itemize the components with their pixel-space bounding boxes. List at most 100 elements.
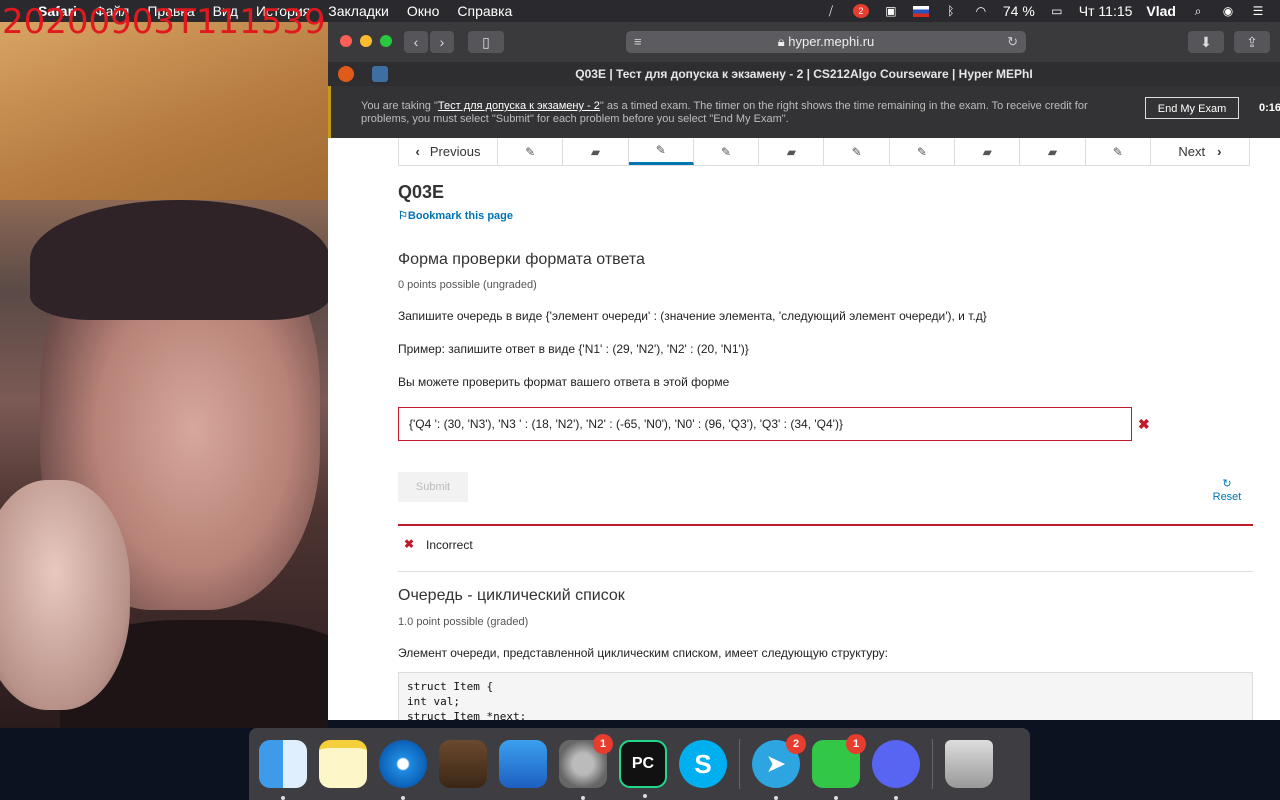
previous-button[interactable]: ‹ Previous: [399, 138, 498, 165]
menu-help[interactable]: Справка: [457, 3, 512, 19]
forward-button[interactable]: ›: [430, 31, 454, 53]
telegram-icon[interactable]: ➤ 2: [752, 734, 806, 800]
bookmark-link[interactable]: ⚐Bookmark this page: [398, 209, 513, 222]
incorrect-x-icon: ✖: [1138, 416, 1150, 432]
close-window-icon[interactable]: [340, 35, 352, 47]
safari-icon[interactable]: [379, 740, 427, 800]
problem1-title: Форма проверки формата ответа: [398, 251, 645, 268]
battery-percent[interactable]: 74 %: [1003, 3, 1035, 19]
unit-tab-1[interactable]: ✎: [498, 138, 564, 165]
xcode-icon[interactable]: [499, 740, 547, 788]
control-list-icon[interactable]: ☰: [1250, 4, 1266, 18]
discord-icon[interactable]: [872, 740, 920, 800]
safari-window: ‹ › ▯ ≡ 🔒︎ hyper.mephi.ru ↻ ⬇ ⇪ Q03E | Т…: [328, 22, 1280, 720]
unit-tab-8[interactable]: ▰: [955, 138, 1021, 165]
menu-window[interactable]: Окно: [407, 3, 440, 19]
code-block: struct Item { int val; struct Item *next…: [398, 672, 1253, 720]
exam-name-link[interactable]: Тест для допуска к экзамену - 2: [438, 100, 600, 112]
dock-separator: [932, 739, 933, 789]
timed-exam-banner: You are taking "Тест для допуска к экзам…: [328, 86, 1280, 138]
dock: 1 PC S ➤ 2 1: [249, 728, 1030, 800]
unit-tab-2[interactable]: ▰: [563, 138, 629, 165]
reset-button[interactable]: ↻ Reset: [1202, 478, 1252, 504]
problem2-description: Элемент очереди, представленной цикличес…: [398, 646, 889, 660]
courseware-content: ‹ Previous ✎ ▰ ✎ ✎ ▰ ✎ ✎ ▰ ▰ ✎ Next › Q03E…: [398, 138, 1258, 720]
zoom-window-icon[interactable]: [380, 35, 392, 47]
webcam-feed: [0, 0, 328, 728]
facetime-icon[interactable]: 1: [812, 734, 866, 800]
back-button[interactable]: ‹: [404, 31, 428, 53]
next-button[interactable]: Next ›: [1151, 138, 1249, 165]
unit-tab-6[interactable]: ✎: [824, 138, 890, 165]
sidebar-toggle-icon[interactable]: ▯: [468, 31, 504, 53]
garageband-icon[interactable]: [439, 740, 487, 788]
edit-icon: ✎: [655, 143, 666, 157]
mute-icon[interactable]: ⧸: [823, 4, 839, 18]
siri-icon[interactable]: ◉: [1220, 4, 1236, 18]
edit-icon: ✎: [851, 144, 862, 159]
display-icon[interactable]: ▣: [883, 4, 899, 18]
unit-tab-4[interactable]: ✎: [694, 138, 760, 165]
webcam-timestamp: 20200903T111539: [2, 2, 326, 42]
lock-icon: 🔒︎: [777, 34, 785, 49]
menu-bookmarks[interactable]: Закладки: [328, 3, 389, 19]
system-preferences-icon[interactable]: 1: [559, 734, 613, 800]
edit-icon: ✎: [916, 144, 927, 159]
bookmark-icon: ⚐: [398, 210, 408, 222]
browser-toolbar: ‹ › ▯ ≡ 🔒︎ hyper.mephi.ru ↻ ⬇ ⇪: [328, 22, 1280, 62]
unit-tab-3[interactable]: ✎: [628, 138, 694, 165]
problem1-points: 0 points possible (ungraded): [398, 279, 537, 291]
book-icon: ▰: [1047, 144, 1058, 159]
notification-icon[interactable]: 2: [852, 4, 869, 18]
problem2-title: Очередь - циклический список: [398, 587, 625, 604]
spotlight-search-icon[interactable]: ⌕: [1190, 4, 1206, 18]
finder-icon[interactable]: [259, 740, 307, 800]
incorrect-label: Incorrect: [426, 538, 473, 552]
chevron-left-icon: ‹: [415, 144, 420, 159]
unit-tab-9[interactable]: ▰: [1020, 138, 1086, 165]
incorrect-x-icon: ✖: [404, 537, 415, 551]
pycharm-icon[interactable]: PC: [619, 740, 667, 798]
notes-icon[interactable]: [319, 740, 367, 788]
edit-icon: ✎: [525, 144, 536, 159]
unit-tab-10[interactable]: ✎: [1086, 138, 1151, 165]
book-icon: ▰: [786, 144, 796, 159]
unit-tab-5[interactable]: ▰: [759, 138, 825, 165]
share-icon[interactable]: ⇪: [1234, 31, 1270, 53]
window-controls: [340, 35, 392, 47]
divider: [398, 571, 1253, 572]
problem2-points: 1.0 point possible (graded): [398, 616, 529, 628]
book-icon: ▰: [590, 144, 601, 159]
unit-tab-7[interactable]: ✎: [890, 138, 956, 165]
edit-icon: ✎: [1112, 144, 1123, 159]
reader-icon[interactable]: ≡: [634, 31, 642, 53]
answer-input[interactable]: {'Q4 ': (30, 'N3'), 'N3 ' : (18, 'N2'), …: [398, 407, 1132, 441]
chevron-right-icon: ›: [1217, 144, 1222, 159]
battery-icon[interactable]: ▭: [1049, 4, 1065, 18]
problem1-example: Пример: запишите ответ в виде {'N1' : (2…: [398, 342, 749, 356]
user-name[interactable]: Vlad: [1146, 3, 1176, 19]
end-exam-button[interactable]: End My Exam: [1145, 97, 1239, 119]
minimize-window-icon[interactable]: [360, 35, 372, 47]
wifi-icon[interactable]: ◠: [973, 4, 989, 18]
submit-button[interactable]: Submit: [398, 472, 468, 502]
reload-icon[interactable]: ↻: [1007, 31, 1018, 53]
downloads-icon[interactable]: ⬇: [1188, 31, 1224, 53]
exam-timer: 0:16:: [1259, 102, 1280, 114]
tab-title[interactable]: Q03E | Тест для допуска к экзамену - 2 |…: [328, 62, 1280, 86]
dock-separator: [739, 739, 740, 789]
tab-bar: Q03E | Тест для допуска к экзамену - 2 |…: [328, 62, 1280, 86]
bluetooth-icon[interactable]: ᛒ: [943, 4, 959, 18]
address-bar[interactable]: ≡ 🔒︎ hyper.mephi.ru ↻: [626, 31, 1026, 53]
page-title: Q03E: [398, 182, 445, 202]
flag-icon[interactable]: [912, 5, 929, 17]
clock[interactable]: Чт 11:15: [1079, 3, 1133, 19]
url-text: hyper.mephi.ru: [788, 34, 875, 49]
skype-icon[interactable]: S: [679, 740, 727, 788]
exam-banner-message: You are taking "Тест для допуска к экзам…: [361, 100, 1088, 125]
refresh-icon: ↻: [1222, 478, 1232, 490]
book-icon: ▰: [982, 144, 992, 159]
problem1-instruction: Запишите очередь в виде {'элемент очеред…: [398, 309, 987, 323]
sequence-navigation: ‹ Previous ✎ ▰ ✎ ✎ ▰ ✎ ✎ ▰ ▰ ✎ Next ›: [398, 138, 1250, 166]
trash-icon[interactable]: [945, 740, 993, 788]
